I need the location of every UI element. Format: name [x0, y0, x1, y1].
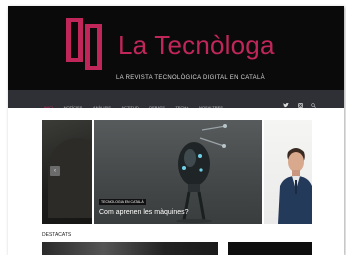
slider-next-slide[interactable]	[264, 120, 312, 224]
previous-slide-image	[48, 138, 92, 218]
chevron-left-icon: ‹	[54, 168, 56, 174]
featured-category-badge[interactable]: Tecnologia en Català	[99, 199, 146, 205]
site-logo-text[interactable]: La Tecnòloga	[118, 30, 275, 60]
page-frame: La Tecnòloga LA REVISTA TECNOLÒGICA DIGI…	[8, 6, 344, 255]
social-links	[279, 95, 316, 108]
slider-prev-button[interactable]: ‹	[50, 166, 60, 176]
highlight-card-image[interactable]	[42, 242, 218, 255]
highlights-section-title: Destacats	[42, 232, 72, 238]
logo-mark-icon[interactable]	[66, 18, 106, 70]
masthead: La Tecnòloga LA REVISTA TECNOLÒGICA DIGI…	[8, 6, 344, 90]
featured-slide[interactable]: Tecnologia en Català Com aprenen les màq…	[94, 120, 262, 224]
main-content: ‹ Tecnologia en Català Com aprenen les m…	[8, 108, 344, 255]
highlight-card-image[interactable]	[228, 242, 312, 255]
person-image	[278, 148, 312, 224]
main-navigation: Inici Notícies Anàlisis Actitud Debats T…	[8, 90, 344, 110]
featured-article-title[interactable]: Com aprenen les màquines?	[99, 208, 189, 217]
site-tagline: LA REVISTA TECNOLÒGICA DIGITAL EN CATALÀ	[116, 75, 265, 81]
